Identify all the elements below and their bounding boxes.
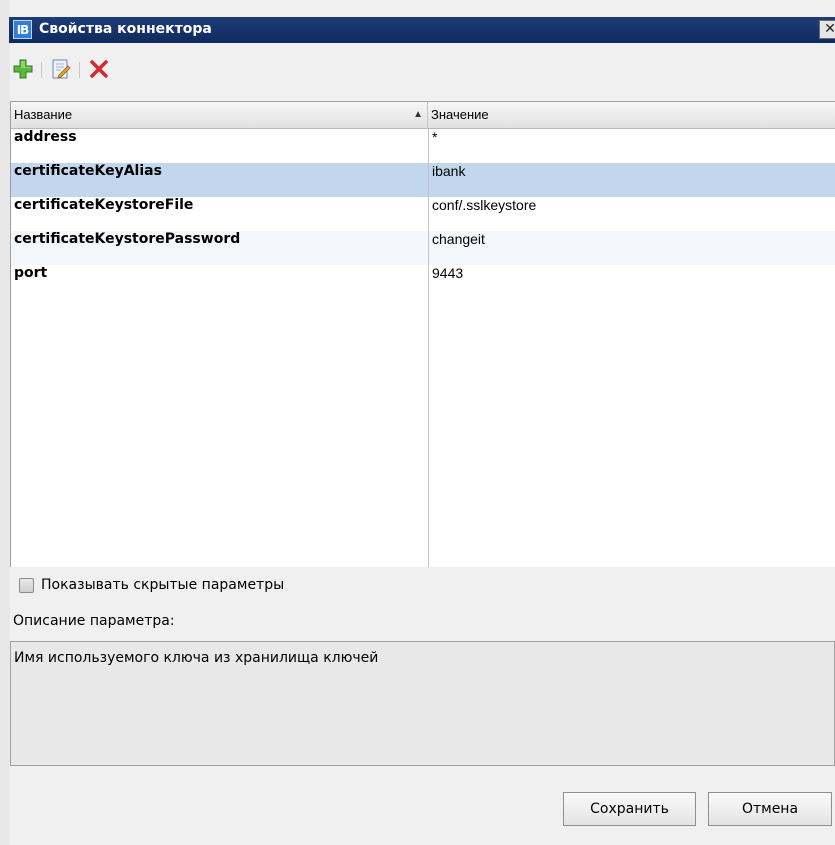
- table-row[interactable]: certificateKeyAlias ibank: [11, 163, 835, 197]
- window-title: Свойства коннектора: [39, 21, 212, 37]
- properties-table: Название ▲ Значение address * certificat…: [10, 101, 835, 567]
- column-header-name[interactable]: Название ▲: [11, 102, 428, 129]
- property-value[interactable]: *: [432, 129, 437, 145]
- property-value[interactable]: changeit: [432, 231, 485, 247]
- plus-icon: [13, 59, 33, 79]
- toolbar-separator: [41, 62, 42, 78]
- show-hidden-option[interactable]: Показывать скрытые параметры: [19, 574, 284, 596]
- property-name: certificateKeystoreFile: [14, 197, 194, 213]
- close-button[interactable]: ✕: [819, 20, 835, 39]
- edit-icon: [52, 59, 71, 79]
- column-divider[interactable]: [428, 129, 429, 567]
- description-label: Описание параметра:: [13, 613, 175, 629]
- table-row[interactable]: address *: [11, 129, 835, 163]
- delete-icon: [90, 60, 108, 78]
- property-name: address: [14, 129, 77, 145]
- table-row[interactable]: port 9443: [11, 265, 835, 299]
- title-bar[interactable]: IB Свойства коннектора ✕: [9, 17, 835, 43]
- description-box: Имя используемого ключа из хранилища клю…: [10, 641, 835, 766]
- column-header-value[interactable]: Значение: [428, 102, 835, 129]
- property-name: port: [14, 265, 48, 281]
- property-value[interactable]: conf/.sslkeystore: [432, 197, 536, 213]
- toolbar: [10, 50, 210, 86]
- app-logo-icon: IB: [13, 20, 32, 39]
- connector-properties-dialog: IB Свойства коннектора ✕ Название ▲ Знач…: [0, 0, 835, 845]
- save-button[interactable]: Сохранить: [563, 792, 696, 826]
- property-name: certificateKeyAlias: [14, 163, 162, 179]
- sort-ascending-icon: ▲: [413, 109, 423, 120]
- cancel-button[interactable]: Отмена: [708, 792, 832, 826]
- description-text: Имя используемого ключа из хранилища клю…: [14, 650, 379, 666]
- column-header-name-label: Название: [14, 107, 73, 122]
- add-button[interactable]: [10, 56, 36, 82]
- edit-button[interactable]: [48, 56, 74, 82]
- table-row[interactable]: certificateKeystorePassword changeit: [11, 231, 835, 265]
- show-hidden-checkbox[interactable]: [19, 577, 34, 593]
- show-hidden-label[interactable]: Показывать скрытые параметры: [41, 577, 284, 593]
- column-header-value-label: Значение: [431, 107, 489, 122]
- property-value[interactable]: ibank: [432, 163, 465, 179]
- toolbar-separator: [79, 62, 80, 78]
- delete-button[interactable]: [86, 56, 112, 82]
- property-name: certificateKeystorePassword: [14, 231, 241, 247]
- property-value[interactable]: 9443: [432, 265, 463, 281]
- background-edge: [0, 0, 10, 845]
- table-row[interactable]: certificateKeystoreFile conf/.sslkeystor…: [11, 197, 835, 231]
